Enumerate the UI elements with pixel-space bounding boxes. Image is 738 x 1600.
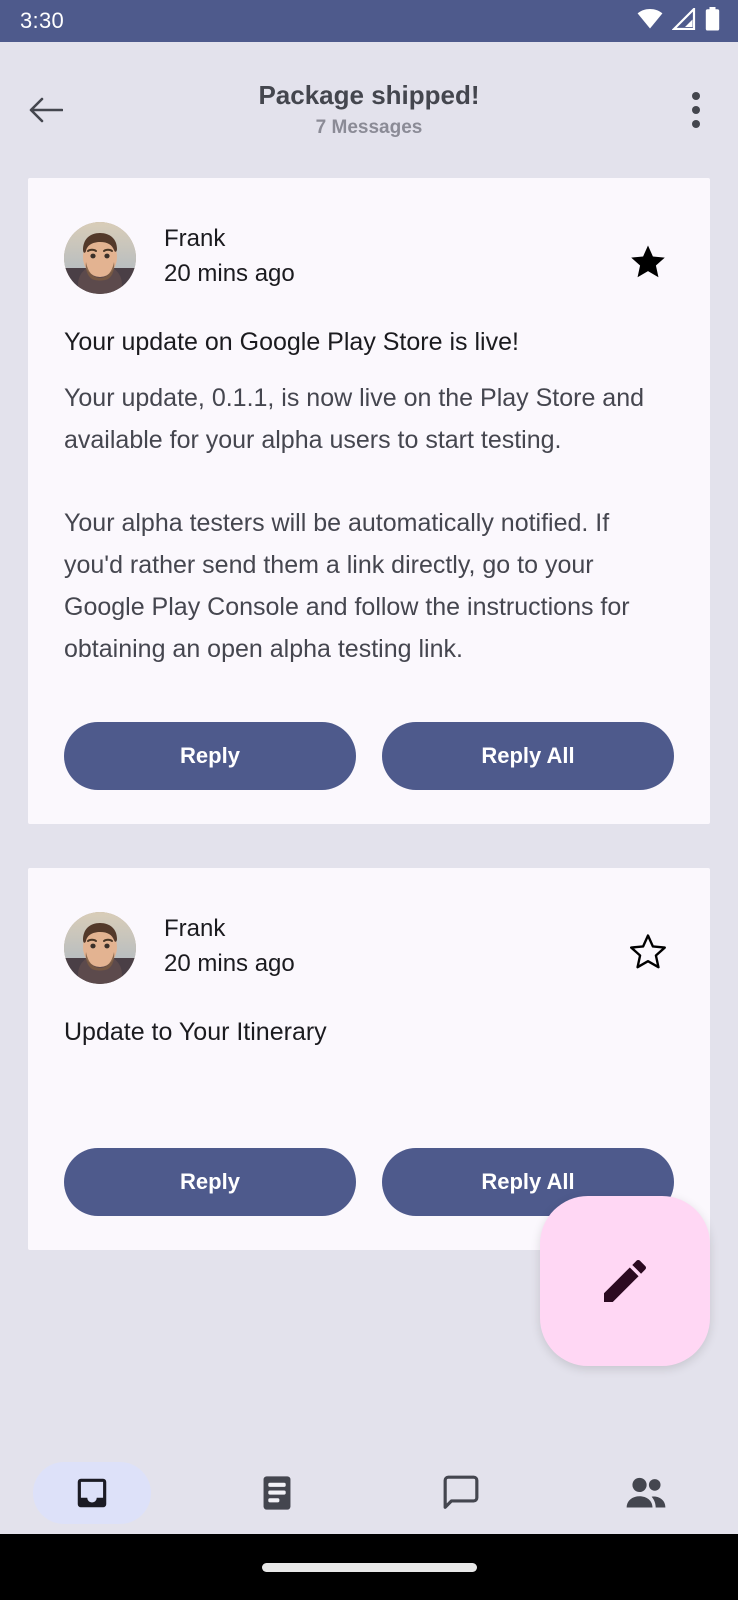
- more-vert-icon-dot: [692, 92, 700, 100]
- nav-icon-wrapper: [587, 1462, 705, 1524]
- cellular-signal-icon: [672, 8, 696, 35]
- wifi-icon: [637, 8, 663, 35]
- message-paragraph: Your alpha testers will be automatically…: [64, 503, 654, 670]
- arrow-back-icon: [29, 95, 63, 125]
- sender-timestamp: 20 mins ago: [164, 949, 295, 980]
- reply-button[interactable]: Reply: [64, 722, 356, 790]
- overflow-menu-button[interactable]: [668, 82, 724, 138]
- system-gesture-area: [0, 1534, 738, 1600]
- star-button[interactable]: [622, 236, 674, 288]
- message-card[interactable]: Frank 20 mins ago Your update on Google …: [28, 178, 710, 824]
- people-icon: [625, 1475, 667, 1511]
- message-count: 7 Messages: [0, 117, 738, 139]
- message-subject: Your update on Google Play Store is live…: [64, 326, 674, 360]
- more-vert-icon-dot: [692, 120, 700, 128]
- nav-active-indicator: [33, 1462, 151, 1524]
- home-gesture-pill[interactable]: [262, 1563, 477, 1572]
- more-vert-icon-dot: [692, 106, 700, 114]
- reply-all-button[interactable]: Reply All: [382, 722, 674, 790]
- status-bar-icons: [637, 7, 720, 36]
- app-bar-titles: Package shipped! 7 Messages: [0, 81, 738, 139]
- back-button[interactable]: [22, 86, 70, 134]
- compose-pencil-icon: [597, 1253, 653, 1309]
- compose-fab[interactable]: [540, 1196, 710, 1366]
- inbox-icon: [73, 1474, 111, 1512]
- bottom-navigation-bar: [0, 1452, 738, 1534]
- sender-name: Frank: [164, 914, 295, 945]
- sender-timestamp: 20 mins ago: [164, 259, 295, 290]
- sender-name: Frank: [164, 224, 295, 255]
- nav-icon-wrapper: [218, 1462, 336, 1524]
- avatar: [64, 912, 136, 984]
- nav-item-chat[interactable]: [369, 1452, 554, 1534]
- status-bar-clock: 3:30: [20, 8, 64, 34]
- nav-icon-wrapper: [402, 1462, 520, 1524]
- star-outline-icon: [628, 933, 668, 971]
- app-bar: Package shipped! 7 Messages: [0, 42, 738, 178]
- battery-icon: [705, 7, 720, 36]
- message-subject: Update to Your Itinerary: [64, 1016, 674, 1050]
- nav-item-people[interactable]: [554, 1452, 738, 1534]
- star-filled-icon: [628, 243, 668, 281]
- sender-info: Frank 20 mins ago: [164, 222, 295, 289]
- reply-button[interactable]: Reply: [64, 1148, 356, 1216]
- status-bar: 3:30: [0, 0, 738, 42]
- nav-item-articles[interactable]: [185, 1452, 370, 1534]
- articles-icon: [260, 1474, 294, 1512]
- sender-info: Frank 20 mins ago: [164, 912, 295, 979]
- nav-item-inbox[interactable]: [0, 1452, 185, 1534]
- chat-icon: [442, 1474, 480, 1512]
- message-header: Frank 20 mins ago: [64, 912, 674, 984]
- message-header: Frank 20 mins ago: [64, 222, 674, 294]
- page-title: Package shipped!: [0, 81, 738, 111]
- star-button[interactable]: [622, 926, 674, 978]
- message-actions: Reply Reply All: [64, 722, 674, 790]
- message-card[interactable]: Frank 20 mins ago Update to Your Itinera…: [28, 868, 710, 1250]
- message-paragraph: Your update, 0.1.1, is now live on the P…: [64, 378, 654, 462]
- avatar: [64, 222, 136, 294]
